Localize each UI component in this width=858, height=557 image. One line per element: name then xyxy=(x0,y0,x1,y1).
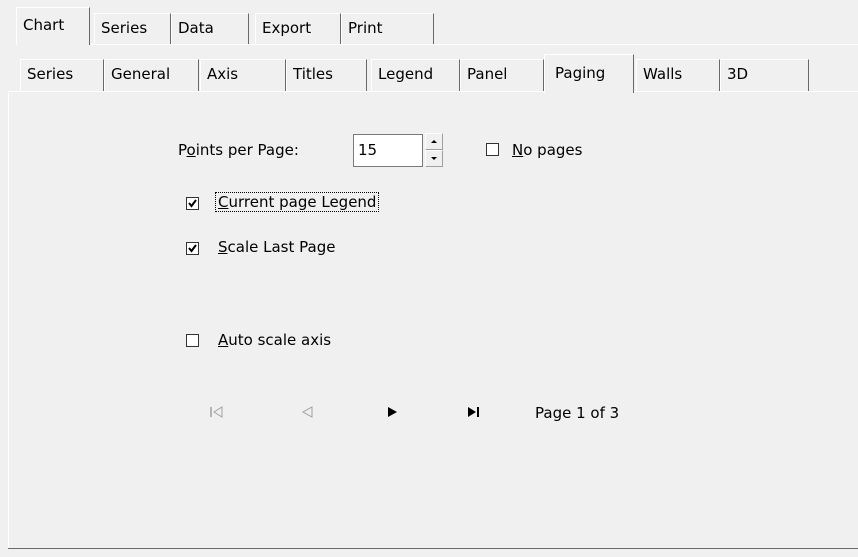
auto-scale-axis-checkbox[interactable] xyxy=(186,334,199,347)
tab-3d[interactable]: 3D xyxy=(720,59,809,91)
tab-walls[interactable]: Walls xyxy=(636,59,720,91)
tab-series-top-label: Series xyxy=(101,19,148,37)
page-panel-top-edge xyxy=(8,91,544,92)
tab-titles[interactable]: Titles xyxy=(286,59,367,91)
current-page-legend-checkbox[interactable] xyxy=(186,197,199,210)
tab-data[interactable]: Data xyxy=(171,13,249,45)
next-page-icon[interactable] xyxy=(384,404,400,424)
tab-legend-label: Legend xyxy=(378,65,434,83)
checkmark-icon xyxy=(188,244,197,253)
page-indicator: Page 1 of 3 xyxy=(535,404,620,422)
tab-series-top[interactable]: Series xyxy=(94,13,171,45)
points-per-page-input[interactable]: 15 xyxy=(353,134,423,167)
page-panel-bottom-edge xyxy=(8,548,858,549)
points-per-page-value: 15 xyxy=(358,141,378,159)
tab-legend[interactable]: Legend xyxy=(371,59,460,91)
tab-series[interactable]: Series xyxy=(20,59,104,91)
spin-down-icon xyxy=(431,157,437,160)
scale-last-page-label[interactable]: Scale Last Page xyxy=(218,238,335,256)
top-tabstrip-edge xyxy=(91,44,858,45)
tab-general[interactable]: General xyxy=(104,59,199,91)
tab-paging-label: Paging xyxy=(555,64,606,82)
current-page-legend-label[interactable]: Current page Legend xyxy=(214,192,380,212)
scale-last-page-checkbox[interactable] xyxy=(186,242,199,255)
tab-export-label: Export xyxy=(262,19,312,37)
tab-print-label: Print xyxy=(348,19,383,37)
first-page-icon xyxy=(209,404,225,424)
spin-up-button[interactable] xyxy=(425,133,443,150)
last-page-icon[interactable] xyxy=(466,404,482,424)
points-per-page-label: Points per Page: xyxy=(178,141,299,159)
tab-print[interactable]: Print xyxy=(341,13,434,45)
tab-export[interactable]: Export xyxy=(255,13,341,45)
no-pages-checkbox[interactable] xyxy=(486,143,499,156)
tab-panel-label: Panel xyxy=(467,65,508,83)
page-panel-top-edge-right xyxy=(634,91,858,92)
previous-page-icon xyxy=(299,404,315,424)
tab-titles-label: Titles xyxy=(293,65,333,83)
no-pages-label[interactable]: No pages xyxy=(512,141,582,159)
tab-3d-label: 3D xyxy=(727,65,749,83)
spin-up-icon xyxy=(431,140,437,143)
tab-paging[interactable]: Paging xyxy=(544,54,634,93)
page-panel-left-edge xyxy=(8,91,9,548)
tab-chart-label: Chart xyxy=(23,16,65,34)
auto-scale-axis-label[interactable]: Auto scale axis xyxy=(218,331,331,349)
tab-general-label: General xyxy=(111,65,171,83)
tab-series-label: Series xyxy=(27,65,74,83)
tab-axis[interactable]: Axis xyxy=(200,59,286,91)
tab-walls-label: Walls xyxy=(643,65,683,83)
tab-axis-label: Axis xyxy=(207,65,239,83)
checkmark-icon xyxy=(188,199,197,208)
tab-chart[interactable]: Chart xyxy=(16,7,90,45)
tab-data-label: Data xyxy=(178,19,214,37)
tab-panel[interactable]: Panel xyxy=(460,59,544,91)
spin-down-button[interactable] xyxy=(425,150,443,167)
